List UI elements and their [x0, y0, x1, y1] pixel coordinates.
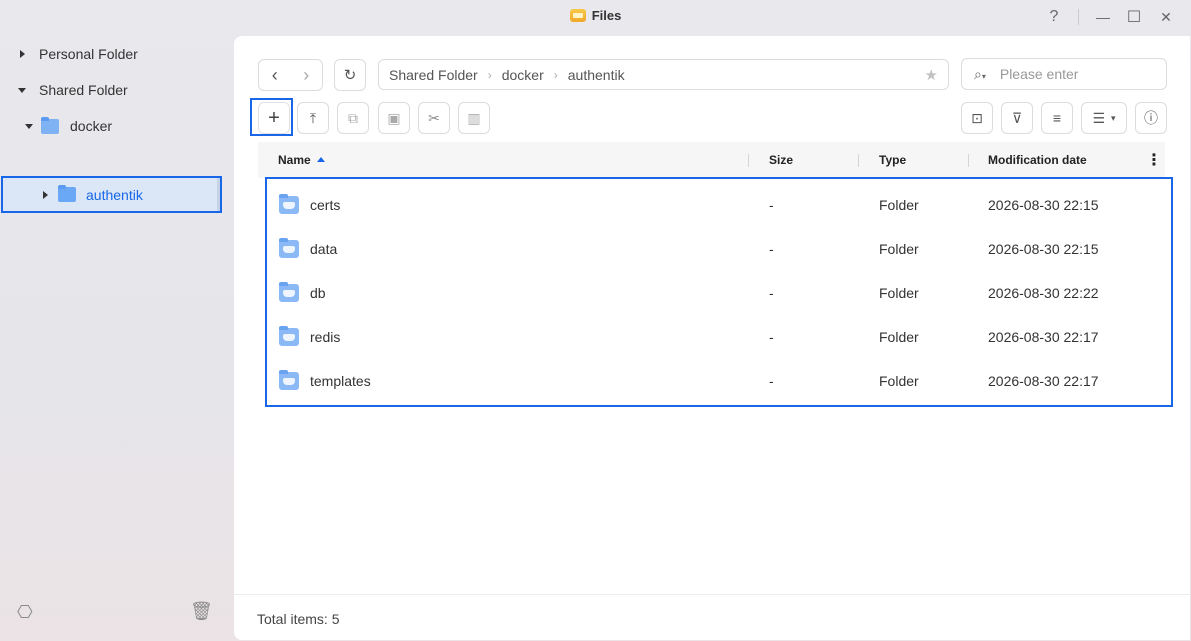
window-title: Files [0, 8, 1191, 23]
column-divider[interactable] [858, 154, 859, 167]
folder-icon [279, 370, 299, 390]
breadcrumb-separator: › [553, 67, 558, 82]
column-header-name[interactable]: Name [278, 153, 325, 167]
file-size: - [769, 197, 774, 213]
file-type: Folder [879, 241, 919, 257]
docker-folder-icon [41, 116, 59, 134]
table-row[interactable]: templates - Folder 2026-08-30 22:17 [267, 360, 1171, 404]
toolbox-button[interactable]: ⊡ [961, 102, 993, 134]
table-row[interactable]: db - Folder 2026-08-30 22:22 [267, 272, 1171, 316]
window-control-divider [1078, 9, 1079, 25]
back-button[interactable]: ‹ [259, 65, 291, 86]
folder-icon [279, 326, 299, 346]
search-icon[interactable]: ⌕▾ [974, 66, 986, 83]
breadcrumb-item[interactable]: authentik [568, 67, 625, 83]
file-name: templates [310, 373, 371, 389]
column-header-size[interactable]: Size [769, 153, 793, 167]
column-divider[interactable] [748, 154, 749, 167]
file-size: - [769, 329, 774, 345]
star-icon[interactable]: ★ [925, 66, 938, 84]
total-items-label: Total items: 5 [257, 611, 340, 627]
add-button[interactable]: + [258, 102, 290, 134]
column-divider[interactable] [968, 154, 969, 167]
column-header-type[interactable]: Type [879, 153, 906, 167]
sidebar-item-label: Personal Folder [39, 46, 138, 62]
table-row[interactable]: data - Folder 2026-08-30 22:15 [267, 228, 1171, 272]
files-app-icon [569, 9, 586, 22]
file-modified: 2026-08-30 22:15 [988, 241, 1099, 257]
sidebar-item-docker[interactable]: docker [0, 108, 233, 144]
copy-button[interactable]: ⧉ [337, 102, 369, 134]
sidebar-item-label: authentik [86, 186, 143, 203]
upload-button[interactable]: ⤒ [297, 102, 329, 134]
file-name: data [310, 241, 338, 257]
file-size: - [769, 373, 774, 389]
sort-button[interactable]: ≡ [1041, 102, 1073, 134]
file-modified: 2026-08-30 22:17 [988, 329, 1099, 345]
help-icon[interactable]: ? [1043, 6, 1065, 28]
table-row[interactable]: redis - Folder 2026-08-30 22:17 [267, 316, 1171, 360]
folder-icon [279, 282, 299, 302]
folder-icon [58, 185, 76, 202]
folder-icon [279, 194, 299, 214]
breadcrumb-separator: › [487, 67, 492, 82]
file-type: Folder [879, 373, 919, 389]
file-modified: 2026-08-30 22:15 [988, 197, 1099, 213]
sidebar-item-label: Shared Folder [39, 82, 128, 98]
refresh-button[interactable]: ↻ [334, 59, 366, 91]
filter-button[interactable]: ⊽ [1001, 102, 1033, 134]
title-bar: Files ? — ☐ ✕ [0, 0, 1191, 34]
file-size: - [769, 285, 774, 301]
forward-button[interactable]: › [291, 65, 323, 86]
file-type: Folder [879, 285, 919, 301]
caret-down-icon[interactable] [25, 123, 33, 129]
caret-right-icon[interactable] [20, 50, 25, 58]
file-name: certs [310, 197, 341, 213]
trash-icon[interactable]: 🗑︎ [190, 601, 213, 622]
folder-icon [279, 238, 299, 258]
cut-button[interactable]: ✂ [418, 102, 450, 134]
file-name: db [310, 285, 326, 301]
sidebar-item-authentik[interactable]: authentik [1, 176, 222, 213]
chevron-down-icon: ▾ [1111, 112, 1116, 123]
sidebar: Personal Folder Shared Folder docker aut… [0, 34, 233, 641]
nav-button-group: ‹ › [258, 59, 323, 91]
sidebar-item-personal-folder[interactable]: Personal Folder [0, 36, 233, 72]
list-view-icon: ☰ [1092, 109, 1106, 126]
sidebar-item-label: docker [70, 118, 113, 134]
maximize-icon[interactable]: ☐ [1123, 6, 1145, 28]
file-type: Folder [879, 197, 919, 213]
caret-down-icon[interactable] [18, 87, 26, 93]
breadcrumb-item[interactable]: docker [502, 67, 544, 83]
sidebar-scroll-rail [217, 178, 220, 211]
file-list: certs - Folder 2026-08-30 22:15 data - F… [265, 177, 1173, 407]
search-input[interactable]: ⌕▾ Please enter [961, 58, 1167, 90]
sort-ascending-icon [316, 157, 325, 162]
file-size: - [769, 241, 774, 257]
info-button[interactable]: ⓘ [1135, 102, 1167, 134]
search-placeholder: Please enter [999, 66, 1079, 82]
window-title-text: Files [591, 8, 622, 23]
minimize-icon[interactable]: — [1092, 6, 1114, 28]
column-header-modified[interactable]: Modification date [988, 153, 1087, 167]
close-icon[interactable]: ✕ [1155, 6, 1177, 28]
more-actions-button[interactable]: ▥ [458, 102, 490, 134]
table-row[interactable]: certs - Folder 2026-08-30 22:15 [267, 184, 1171, 228]
file-modified: 2026-08-30 22:22 [988, 285, 1099, 301]
main-panel: ‹ › ↻ Shared Folder › docker › authentik… [234, 36, 1190, 640]
view-mode-button[interactable]: ☰ ▾ [1081, 102, 1127, 134]
breadcrumb[interactable]: Shared Folder › docker › authentik ★ [378, 59, 949, 90]
sidebar-item-shared-folder[interactable]: Shared Folder [0, 72, 233, 108]
status-bar: Total items: 5 [234, 594, 1190, 640]
file-modified: 2026-08-30 22:17 [988, 373, 1099, 389]
table-header: Name Size Type Modification date ⋮ [258, 142, 1165, 178]
settings-icon[interactable]: ⎔ [17, 602, 33, 623]
file-type: Folder [879, 329, 919, 345]
breadcrumb-item[interactable]: Shared Folder [389, 67, 478, 83]
paste-button[interactable]: ▣ [378, 102, 410, 134]
caret-right-icon[interactable] [43, 190, 48, 199]
file-name: redis [310, 329, 341, 345]
column-options-icon[interactable]: ⋮ [1146, 150, 1162, 170]
